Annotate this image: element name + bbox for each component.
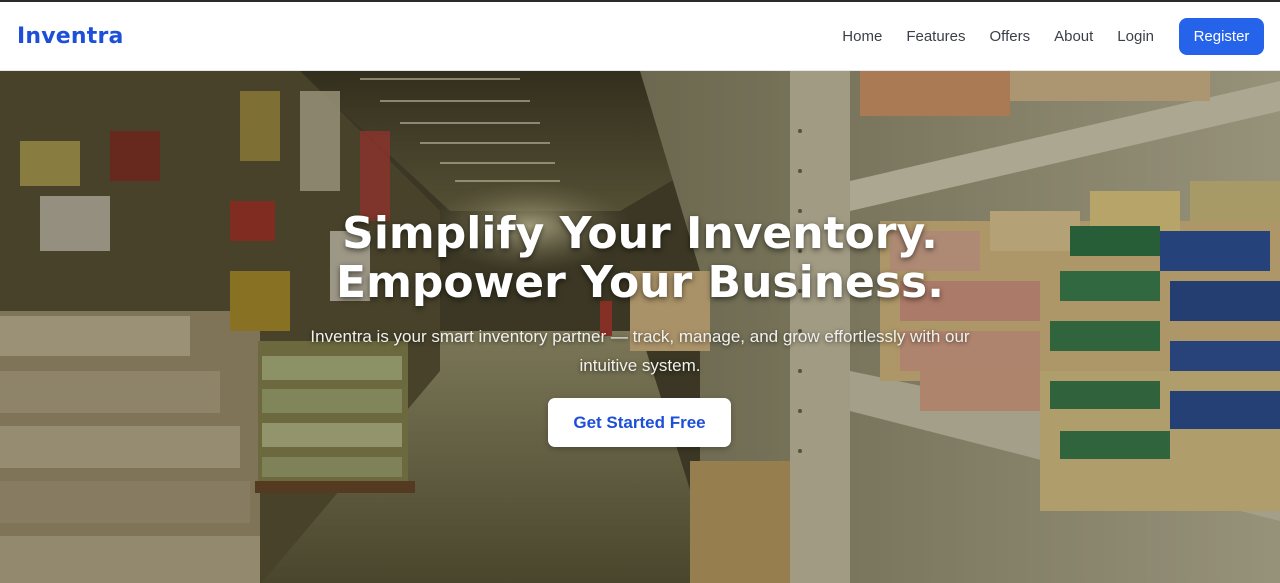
register-button[interactable]: Register <box>1179 17 1264 55</box>
nav-home-link[interactable]: Home <box>842 28 882 45</box>
brand-logo[interactable]: Inventra <box>17 24 124 49</box>
nav-links: Home Features Offers About Login Registe… <box>842 17 1264 55</box>
hero-section: Simplify Your Inventory. Empower Your Bu… <box>0 71 1280 583</box>
nav-about-link[interactable]: About <box>1054 28 1093 45</box>
hero-subtitle: Inventra is your smart inventory partner… <box>310 327 970 375</box>
hero-title: Simplify Your Inventory. Empower Your Bu… <box>0 209 1280 307</box>
hero-title-line-1: Simplify Your Inventory. <box>342 208 938 259</box>
navbar: Inventra Home Features Offers About Logi… <box>0 2 1280 71</box>
hero-content: Simplify Your Inventory. Empower Your Bu… <box>0 71 1280 583</box>
hero-title-line-2: Empower Your Business. <box>336 257 944 308</box>
get-started-button[interactable]: Get Started Free <box>548 398 731 447</box>
nav-login-link[interactable]: Login <box>1117 28 1154 45</box>
nav-offers-link[interactable]: Offers <box>990 28 1031 45</box>
page: Inventra Home Features Offers About Logi… <box>0 0 1280 583</box>
nav-features-link[interactable]: Features <box>906 28 965 45</box>
